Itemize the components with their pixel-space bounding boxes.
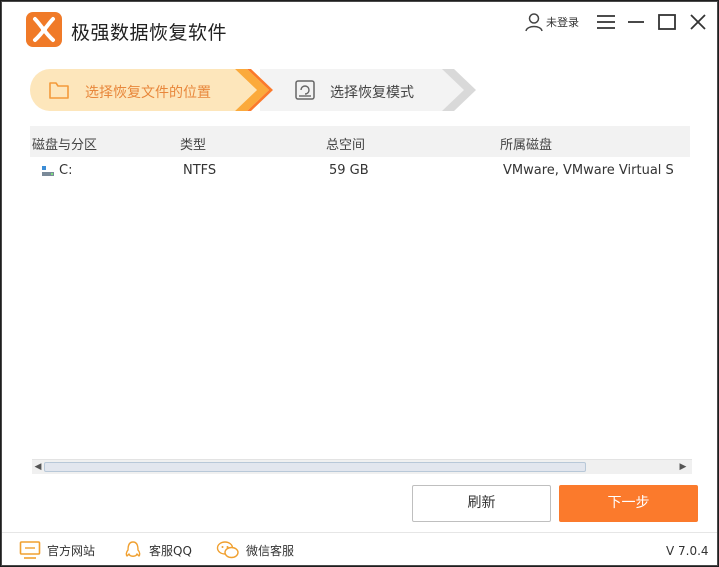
partition-name: C: bbox=[59, 163, 73, 178]
scroll-left-icon[interactable]: ◀ bbox=[32, 461, 44, 473]
scrollbar-thumb[interactable] bbox=[44, 462, 586, 472]
login-button[interactable]: 未登录 bbox=[524, 12, 579, 32]
close-icon bbox=[690, 14, 706, 30]
login-status: 未登录 bbox=[546, 16, 579, 29]
column-header-type[interactable]: 类型 bbox=[180, 134, 206, 153]
step-2-label: 选择恢复模式 bbox=[330, 85, 414, 101]
qq-icon bbox=[125, 541, 141, 557]
maximize-button[interactable] bbox=[655, 10, 679, 34]
minimize-button[interactable] bbox=[624, 10, 648, 34]
horizontal-scrollbar[interactable]: ◀ ▶ bbox=[32, 459, 692, 474]
folder-icon bbox=[49, 82, 69, 99]
drive-icon bbox=[42, 166, 54, 176]
qq-label: 客服QQ bbox=[149, 543, 192, 558]
user-icon bbox=[525, 13, 543, 32]
title-bar: 极强数据恢复软件 未登录 bbox=[2, 2, 717, 54]
monitor-icon bbox=[19, 541, 41, 559]
column-header-partition[interactable]: 磁盘与分区 bbox=[32, 134, 97, 153]
app-window: 极强数据恢复软件 未登录 选择恢复文件的位置 选择恢复模式 磁盘与分区 类型 总… bbox=[1, 1, 718, 566]
app-logo bbox=[26, 12, 62, 47]
scroll-right-icon[interactable]: ▶ bbox=[677, 461, 689, 473]
minimize-icon bbox=[628, 21, 644, 23]
table-header: 磁盘与分区 类型 总空间 所属磁盘 bbox=[30, 126, 690, 157]
close-button[interactable] bbox=[686, 10, 710, 34]
refresh-button[interactable]: 刷新 bbox=[412, 485, 551, 522]
menu-button[interactable] bbox=[594, 10, 618, 34]
partition-disk: VMware, VMware Virtual S bbox=[503, 163, 674, 178]
column-header-size[interactable]: 总空间 bbox=[326, 134, 365, 153]
step-indicator: 选择恢复文件的位置 选择恢复模式 bbox=[30, 69, 480, 111]
website-label: 官方网站 bbox=[47, 543, 96, 558]
wechat-support-link[interactable]: 微信客服 bbox=[216, 539, 294, 561]
version-label: V 7.0.4 bbox=[666, 544, 709, 558]
partition-type: NTFS bbox=[183, 163, 217, 178]
table-row[interactable]: C: NTFS 59 GB VMware, VMware Virtual S bbox=[30, 158, 690, 184]
partition-size: 59 GB bbox=[329, 163, 369, 178]
next-button[interactable]: 下一步 bbox=[559, 485, 698, 522]
logo-mark-icon bbox=[33, 17, 55, 42]
step-1-label: 选择恢复文件的位置 bbox=[85, 85, 211, 101]
column-header-disk[interactable]: 所属磁盘 bbox=[500, 134, 552, 153]
wechat-label: 微信客服 bbox=[246, 543, 295, 558]
maximize-icon bbox=[658, 14, 676, 30]
app-title: 极强数据恢复软件 bbox=[71, 22, 228, 44]
menu-icon bbox=[597, 15, 615, 29]
footer-bar: 官方网站 客服QQ 微信客服 V 7.0.4 bbox=[2, 532, 717, 565]
wechat-icon bbox=[216, 541, 239, 559]
disk-restore-icon bbox=[295, 80, 315, 100]
website-link[interactable]: 官方网站 bbox=[19, 539, 95, 561]
qq-support-link[interactable]: 客服QQ bbox=[123, 539, 192, 561]
